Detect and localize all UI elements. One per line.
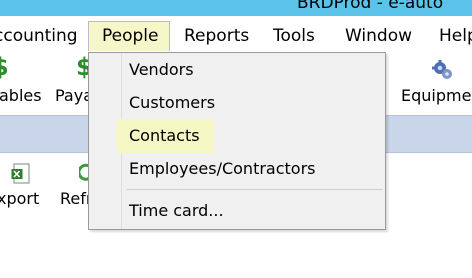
receivables-button[interactable]: $ ables [0,53,42,115]
menu-people[interactable]: People [88,21,170,51]
equipment-label: Equipme [401,86,472,105]
receivables-label: ables [0,86,42,105]
menu-item-time-card[interactable]: Time card... [116,196,238,226]
menu-help[interactable]: Help [439,21,472,51]
window-title: BRDProd - e-auto [297,0,444,13]
people-dropdown-menu: Vendors Customers Contacts Employees/Con… [88,52,386,230]
menu-accounting[interactable]: ccounting [0,21,78,51]
menu-item-customers[interactable]: Customers [116,88,229,118]
export-label: xport [0,189,40,208]
equipment-button[interactable]: Equipme [398,53,472,115]
refresh-button[interactable]: Refr [56,153,92,213]
menu-item-vendors[interactable]: Vendors [116,55,208,85]
excel-export-icon [11,163,31,189]
menu-separator [127,189,383,190]
gear-icon [432,59,454,85]
menu-bar: ccounting People Reports Tools Window He… [0,16,472,53]
menu-window[interactable]: Window [345,21,412,51]
dollar-icon: $ [0,53,9,81]
menu-reports[interactable]: Reports [184,21,249,51]
menu-item-contacts[interactable]: Contacts [116,119,214,153]
menu-tools[interactable]: Tools [273,21,315,51]
export-button[interactable]: xport [0,153,48,213]
payables-button[interactable]: $ Paya [52,53,93,115]
menu-item-employees-contractors[interactable]: Employees/Contractors [116,154,330,184]
title-bar: BRDProd - e-auto [0,0,472,16]
